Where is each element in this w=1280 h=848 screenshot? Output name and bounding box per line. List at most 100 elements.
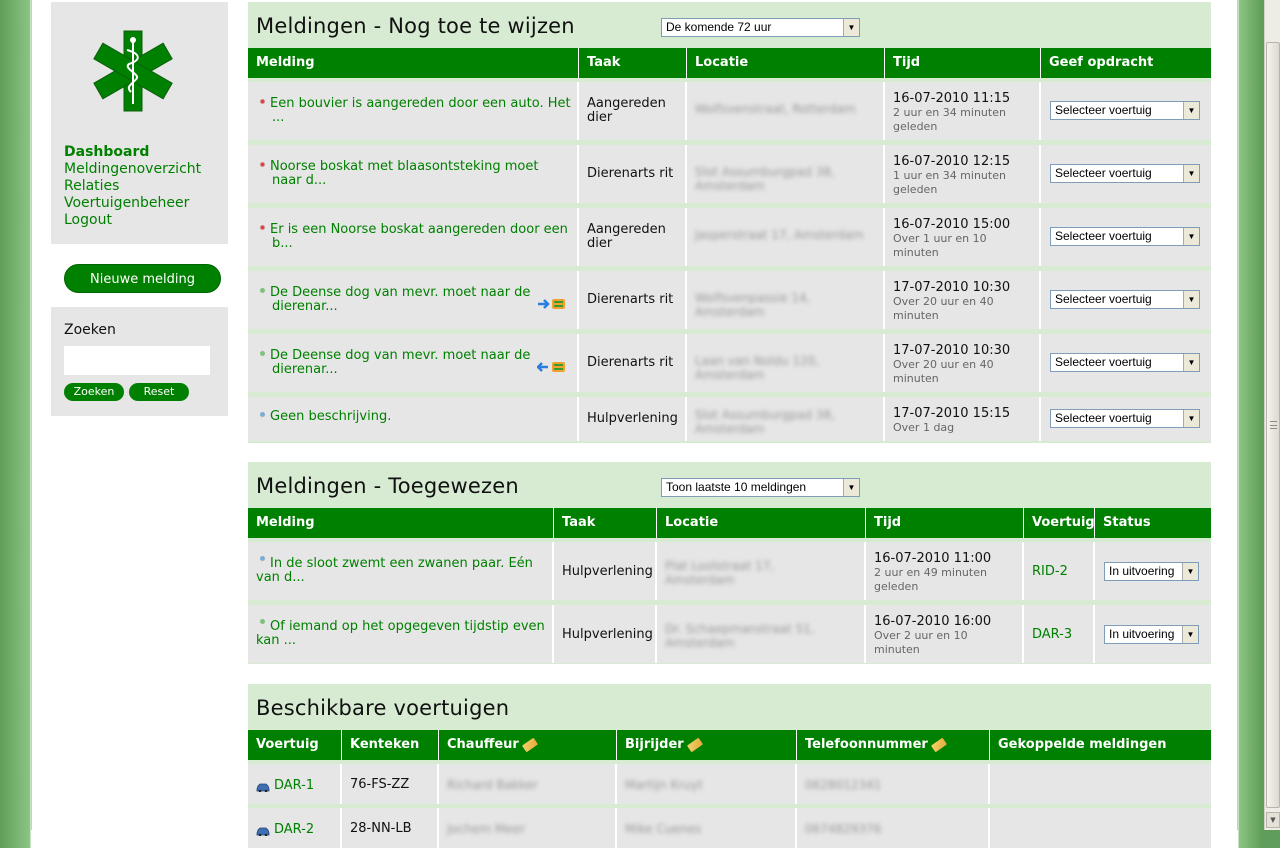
- nav-logout[interactable]: Logout: [64, 212, 201, 229]
- scroll-down-icon[interactable]: ▼: [1266, 812, 1280, 828]
- melding-link[interactable]: Geen beschrijving.: [270, 409, 391, 424]
- pencil-icon[interactable]: [686, 737, 703, 752]
- star-of-life-logo: [93, 30, 173, 112]
- nav-relaties[interactable]: Relaties: [64, 178, 201, 195]
- melding-link[interactable]: In de sloot zwemt een zwanen paar. Eén v…: [256, 556, 533, 585]
- pencil-icon[interactable]: [930, 737, 947, 752]
- status-select[interactable]: In uitvoering ▼: [1104, 625, 1199, 644]
- table-row: In de sloot zwemt een zwanen paar. Eén v…: [248, 542, 1211, 600]
- taak-text: Hulpverlening: [587, 411, 678, 426]
- panel-title-open: Meldingen - Nog toe te wijzen: [256, 14, 575, 38]
- assigned-table-header: Melding Taak Locatie Tijd Voertuig Statu…: [248, 508, 1211, 538]
- search-button[interactable]: Zoeken: [64, 383, 124, 401]
- bijrijder-text[interactable]: Martijn Kruyt: [625, 778, 703, 792]
- open-filter-select[interactable]: De komende 72 uur ▼: [661, 18, 860, 37]
- tijd-block: 16-07-2010 15:00 Over 1 uur en 10 minuten: [893, 217, 1033, 260]
- melding-link[interactable]: Een bouvier is aangereden door een auto.…: [270, 96, 571, 125]
- taak-cell: Hulpverlening: [554, 542, 657, 600]
- vehicle-select[interactable]: Selecteer voertuig ▼: [1050, 353, 1200, 372]
- vehicle-select-value: Selecteer voertuig: [1055, 355, 1152, 369]
- search-box: Zoeken Zoeken Reset: [51, 307, 228, 416]
- geef-opdracht-cell: Selecteer voertuig ▼: [1041, 145, 1211, 203]
- chauffeur-text[interactable]: Jochem Meer: [447, 822, 525, 836]
- tijd-cell: 16-07-2010 11:00 2 uur en 49 minuten gele…: [866, 542, 1024, 600]
- tijd-datetime: 16-07-2010 11:00: [874, 551, 992, 566]
- nav-meldingenoverzicht[interactable]: Meldingenoverzicht: [64, 161, 201, 178]
- chevron-down-icon: ▼: [1183, 354, 1199, 371]
- chauffeur-text[interactable]: Richard Bakker: [447, 778, 538, 792]
- locatie-cell: Jasperstraat 17, Amsterdam: [687, 208, 885, 266]
- kenteken-text: 76-FS-ZZ: [350, 777, 410, 792]
- melding-desc: De Deense dog van mevr. moet naar de die…: [260, 349, 535, 377]
- grip-icon: [1270, 421, 1277, 429]
- scrollbar[interactable]: ▼: [1264, 0, 1280, 830]
- tijd-relative: 2 uur en 49 minuten geleden: [874, 566, 987, 593]
- vehicles-table-header: Voertuig Kenteken Chauffeur Bijrijder Te…: [248, 730, 1211, 760]
- arrow-right-transfer-icon: [537, 297, 569, 311]
- vehicle-link[interactable]: DAR-1: [274, 778, 314, 793]
- taak-cell: Dierenarts rit: [579, 145, 687, 203]
- locatie-text: Wolfsvenstraat, Rotterdam: [695, 102, 856, 116]
- melding-link[interactable]: De Deense dog van mevr. moet naar de die…: [270, 285, 530, 314]
- chauffeur-cell: Jochem Meer: [439, 808, 617, 848]
- vehicle-select[interactable]: Selecteer voertuig ▼: [1050, 227, 1200, 246]
- geef-opdracht-cell: Selecteer voertuig ▼: [1041, 208, 1211, 266]
- vehicle-select-value: Selecteer voertuig: [1055, 229, 1152, 243]
- voertuig-block: DAR-1: [256, 778, 314, 793]
- locatie-text: Wolfsvenpassie 14, Amsterdam: [695, 291, 811, 319]
- status-dot-icon: [260, 412, 265, 417]
- locatie-cell: Wolfsvenpassie 14, Amsterdam: [687, 271, 885, 329]
- reset-button[interactable]: Reset: [129, 383, 189, 401]
- telefoon-text[interactable]: 0628012341: [805, 778, 881, 792]
- assigned-filter-select[interactable]: Toon laatste 10 meldingen ▼: [661, 478, 860, 497]
- status-select[interactable]: In uitvoering ▼: [1104, 562, 1199, 581]
- melding-cell: De Deense dog van mevr. moet naar de die…: [248, 271, 579, 329]
- nav-dashboard[interactable]: Dashboard: [64, 144, 201, 161]
- melding-link[interactable]: Of iemand op het opgegeven tijdstip even…: [256, 619, 545, 648]
- chevron-down-icon: ▼: [843, 479, 859, 496]
- locatie-text: Slot Assumburgpad 38, Amsterdam: [695, 165, 835, 193]
- status-dot-icon: [260, 556, 265, 561]
- tijd-block: 17-07-2010 10:30 Over 20 uur en 40 minute…: [893, 343, 1033, 386]
- new-melding-button[interactable]: Nieuwe melding: [64, 264, 221, 293]
- melding-cell: In de sloot zwemt een zwanen paar. Eén v…: [248, 542, 554, 600]
- vehicle-select-value: Selecteer voertuig: [1055, 292, 1152, 306]
- geef-opdracht-cell: Selecteer voertuig ▼: [1041, 271, 1211, 329]
- bijrijder-text[interactable]: Mike Cuenes: [625, 822, 701, 836]
- vehicle-select[interactable]: Selecteer voertuig ▼: [1050, 164, 1200, 183]
- vehicle-select-value: Selecteer voertuig: [1055, 166, 1152, 180]
- tijd-datetime: 17-07-2010 10:30: [893, 280, 1011, 295]
- chevron-down-icon: ▼: [1183, 228, 1199, 245]
- bijrijder-cell: Mike Cuenes: [617, 808, 797, 848]
- telefoon-text[interactable]: 0674829376: [805, 822, 881, 836]
- col-melding: Melding: [248, 48, 579, 78]
- tijd-relative: Over 20 uur en 40 minuten: [893, 295, 994, 322]
- col-voertuig: Voertuig: [1024, 508, 1095, 538]
- scrollbar-thumb[interactable]: [1266, 42, 1280, 808]
- voertuig-link[interactable]: DAR-3: [1032, 627, 1072, 642]
- col-locatie: Locatie: [687, 48, 885, 78]
- melding-desc: Noorse boskat met blaasontsteking moet n…: [260, 160, 572, 188]
- taak-cell: Aangereden dier: [579, 82, 687, 140]
- voertuig-cell: RID-2: [1024, 542, 1095, 600]
- vehicle-select-value: Selecteer voertuig: [1055, 411, 1152, 425]
- vehicle-select[interactable]: Selecteer voertuig ▼: [1050, 101, 1200, 120]
- melding-link[interactable]: Er is een Noorse boskat aangereden door …: [270, 222, 568, 251]
- melding-link[interactable]: Noorse boskat met blaasontsteking moet n…: [270, 159, 538, 188]
- nav-voertuigenbeheer[interactable]: Voertuigenbeheer: [64, 195, 201, 212]
- status-dot-icon: [260, 619, 265, 624]
- panel-open-meldingen: Meldingen - Nog toe te wijzen De komende…: [248, 2, 1211, 443]
- tijd-block: 17-07-2010 10:30 Over 20 uur en 40 minute…: [893, 280, 1033, 323]
- vehicle-select[interactable]: Selecteer voertuig ▼: [1050, 290, 1200, 309]
- car-icon: [256, 781, 270, 793]
- taak-cell: Hulpverlening: [554, 605, 657, 663]
- voertuig-link[interactable]: RID-2: [1032, 564, 1068, 579]
- vehicle-select[interactable]: Selecteer voertuig ▼: [1050, 409, 1200, 428]
- table-row: DAR-2 28-NN-LB Jochem Meer Mike Cuenes 06748…: [248, 808, 1211, 848]
- table-row: Of iemand op het opgegeven tijdstip even…: [248, 605, 1211, 663]
- melding-link[interactable]: De Deense dog van mevr. moet naar de die…: [270, 348, 530, 377]
- search-input[interactable]: [64, 346, 210, 375]
- tijd-block: 17-07-2010 15:15 Over 1 dag: [893, 406, 1033, 435]
- search-title: Zoeken: [64, 322, 116, 338]
- pencil-icon[interactable]: [521, 737, 538, 752]
